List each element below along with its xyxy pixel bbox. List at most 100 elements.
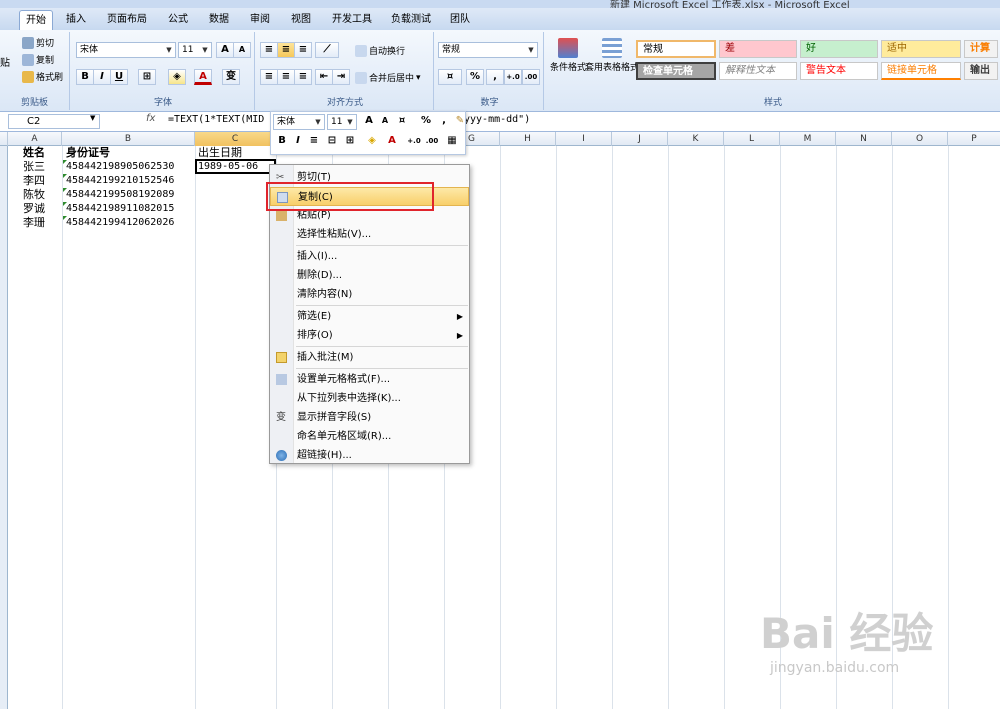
style-good[interactable]: 好 <box>800 40 878 58</box>
header-cell-name[interactable]: 姓名 <box>23 146 45 160</box>
style-calculation[interactable]: 计算 <box>964 40 998 58</box>
number-format-select[interactable]: 常规 ▼ <box>438 42 538 58</box>
tab-insert[interactable]: 插入 <box>60 10 92 30</box>
cell-name[interactable]: 李珊 <box>23 216 45 230</box>
column-header-o[interactable]: O <box>892 132 948 146</box>
mini-inc-decimal-button[interactable]: +.0 <box>405 134 423 150</box>
cut-button[interactable]: 剪切 <box>22 36 54 49</box>
insert-function-button[interactable]: fx <box>146 113 155 124</box>
chevron-down-icon[interactable]: ▼ <box>90 114 95 122</box>
mini-size-select[interactable]: 11 ▼ <box>327 114 357 130</box>
style-warning[interactable]: 警告文本 <box>800 62 878 80</box>
cell-name[interactable]: 张三 <box>23 160 45 174</box>
mini-dec-decimal-button[interactable]: .00 <box>423 134 441 150</box>
menu-item-delete[interactable]: 删除(D)... <box>270 266 469 285</box>
phonetic-button[interactable]: 变 <box>222 69 240 85</box>
increase-decimal-button[interactable]: +.0 <box>504 69 522 85</box>
cell-name[interactable]: 陈牧 <box>23 188 45 202</box>
align-bottom-button[interactable]: ≡ <box>294 42 312 58</box>
menu-item-clear[interactable]: 清除内容(N) <box>270 285 469 304</box>
mini-font-color-button[interactable]: A <box>383 134 401 150</box>
header-cell-birthdate[interactable]: 出生日期 <box>198 146 242 160</box>
merge-center-button[interactable]: 合并后居中 ▾ <box>355 71 421 84</box>
menu-item-insert-comment[interactable]: 插入批注(M) <box>270 348 469 367</box>
tab-review[interactable]: 审阅 <box>244 10 276 30</box>
align-right-button[interactable]: ≡ <box>294 69 312 85</box>
underline-button[interactable]: U <box>110 69 128 85</box>
menu-item-insert[interactable]: 插入(I)... <box>270 247 469 266</box>
header-cell-id[interactable]: 身份证号 <box>66 146 110 160</box>
conditional-format-button[interactable]: 条件格式 <box>546 38 590 73</box>
increase-indent-button[interactable]: ⇥ <box>332 69 350 85</box>
mini-center-button[interactable]: ≡ <box>305 134 323 150</box>
style-bad[interactable]: 差 <box>719 40 797 58</box>
paste-button[interactable]: 贴 <box>0 54 10 69</box>
style-check-cell[interactable]: 检查单元格 <box>636 62 716 80</box>
style-normal[interactable]: 常规 <box>636 40 716 58</box>
mini-merge-button[interactable]: ⊟ <box>323 134 341 150</box>
decrease-decimal-button[interactable]: .00 <box>522 69 540 85</box>
style-neutral[interactable]: 适中 <box>881 40 961 58</box>
bold-button[interactable]: B <box>76 69 94 85</box>
fill-color-button[interactable]: ◈ <box>168 69 186 85</box>
cell-birthdate[interactable]: 1989-05-06 <box>198 160 258 174</box>
tab-view[interactable]: 视图 <box>285 10 317 30</box>
column-header-b[interactable]: B <box>62 132 195 146</box>
wrap-text-button[interactable]: 自动换行 <box>355 44 405 57</box>
format-painter-button[interactable]: 格式刷 <box>22 70 63 83</box>
mini-format-button[interactable]: ¤ <box>393 114 411 130</box>
style-output[interactable]: 输出 <box>964 62 998 80</box>
menu-item-paste-special[interactable]: 选择性粘贴(V)... <box>270 225 469 244</box>
mini-format-painter-button[interactable]: ✎ <box>451 114 469 130</box>
column-header-h[interactable]: H <box>500 132 556 146</box>
align-top-button[interactable]: ≡ <box>260 42 278 58</box>
mini-fill-button[interactable]: ◈ <box>363 134 381 150</box>
menu-item-pick-from-list[interactable]: 从下拉列表中选择(K)... <box>270 389 469 408</box>
mini-shrink-font-button[interactable]: A <box>376 114 394 130</box>
column-header-j[interactable]: J <box>612 132 668 146</box>
tab-team[interactable]: 团队 <box>444 10 476 30</box>
column-header-a[interactable]: A <box>8 132 62 146</box>
tab-home[interactable]: 开始 <box>19 10 53 30</box>
shrink-font-button[interactable]: A <box>233 42 251 58</box>
select-all-corner[interactable] <box>0 132 8 146</box>
cell-name[interactable]: 罗诚 <box>23 202 45 216</box>
column-header-m[interactable]: M <box>780 132 836 146</box>
align-center-button[interactable]: ≡ <box>277 69 295 85</box>
percent-button[interactable]: % <box>466 69 484 85</box>
style-linked-cell[interactable]: 链接单元格 <box>881 62 961 80</box>
menu-item-name-range[interactable]: 命名单元格区域(R)... <box>270 427 469 446</box>
formula-input[interactable]: =TEXT(1*TEXT(MID <box>168 114 264 125</box>
cell-name[interactable]: 李四 <box>23 174 45 188</box>
mini-percent-button[interactable]: % <box>417 114 435 130</box>
cell-id-number[interactable]: 458442199412062026 <box>66 216 174 230</box>
column-header-n[interactable]: N <box>836 132 892 146</box>
italic-button[interactable]: I <box>93 69 111 85</box>
column-header-i[interactable]: I <box>556 132 612 146</box>
row-headers[interactable] <box>0 146 8 709</box>
cell-id-number[interactable]: 458442199508192089 <box>66 188 174 202</box>
style-explanatory[interactable]: 解释性文本 <box>719 62 797 80</box>
grow-font-button[interactable]: A <box>216 42 234 58</box>
column-header-l[interactable]: L <box>724 132 780 146</box>
column-header-c[interactable]: C <box>195 132 276 146</box>
menu-item-format-cells[interactable]: 设置单元格格式(F)... <box>270 370 469 389</box>
column-header-p[interactable]: P <box>948 132 1000 146</box>
decrease-indent-button[interactable]: ⇤ <box>315 69 333 85</box>
format-as-table-button[interactable]: 套用表格格式 <box>585 38 639 73</box>
comma-button[interactable]: , <box>486 69 504 85</box>
align-left-button[interactable]: ≡ <box>260 69 278 85</box>
name-box[interactable]: C2 <box>8 114 100 129</box>
font-color-button[interactable]: A <box>194 69 212 85</box>
orientation-button[interactable]: ⟋ <box>315 42 339 58</box>
cell-id-number[interactable]: 458442198911082015 <box>66 202 174 216</box>
menu-item-filter[interactable]: 筛选(E) ▶ <box>270 307 469 326</box>
mini-table-button[interactable]: ▦ <box>443 134 461 150</box>
tab-developer[interactable]: 开发工具 <box>326 10 378 30</box>
tab-load-test[interactable]: 负载测试 <box>385 10 437 30</box>
menu-item-hyperlink[interactable]: 超链接(H)... <box>270 446 469 465</box>
font-name-select[interactable]: 宋体 ▼ <box>76 42 176 58</box>
column-header-k[interactable]: K <box>668 132 724 146</box>
mini-border-button[interactable]: ⊞ <box>341 134 359 150</box>
menu-item-show-phonetic[interactable]: 变显示拼音字段(S) <box>270 408 469 427</box>
